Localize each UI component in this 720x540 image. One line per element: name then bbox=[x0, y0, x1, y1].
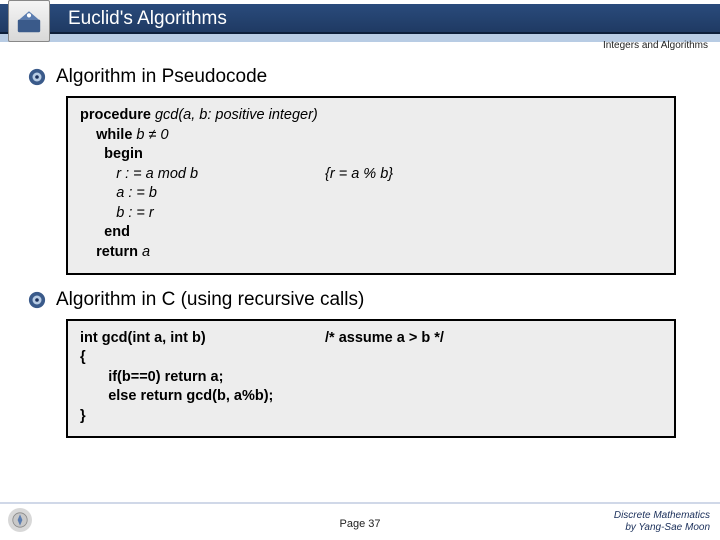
footer-divider bbox=[0, 502, 720, 504]
code-text: else return gcd(b, a%b); bbox=[80, 387, 662, 407]
code-kw: while bbox=[96, 127, 132, 143]
ccode-box: int gcd(int a, int b) /* assume a > b */… bbox=[66, 319, 676, 439]
code-text: int gcd(int a, int b) bbox=[80, 329, 325, 349]
page-number: Page 37 bbox=[340, 518, 381, 530]
code-kw: procedure bbox=[80, 107, 151, 123]
section-title-1: Algorithm in Pseudocode bbox=[56, 66, 267, 88]
code-text: begin bbox=[104, 146, 143, 162]
slide-topic: Integers and Algorithms bbox=[603, 40, 708, 51]
slide-title: Euclid's Algorithms bbox=[68, 8, 227, 30]
section-title-2: Algorithm in C (using recursive calls) bbox=[56, 289, 364, 311]
code-text: b ≠ 0 bbox=[132, 127, 168, 143]
code-text: } bbox=[80, 407, 662, 427]
footer-credits: Discrete Mathematics by Yang-Sae Moon bbox=[614, 510, 710, 534]
code-text: a bbox=[138, 244, 150, 260]
code-text: end bbox=[104, 224, 130, 240]
code-comment: /* assume a > b */ bbox=[325, 329, 444, 349]
slide-header: Euclid's Algorithms Integers and Algorit… bbox=[0, 0, 720, 48]
footer-logo-icon bbox=[8, 508, 32, 532]
code-kw: return bbox=[96, 244, 138, 260]
bullet-icon bbox=[28, 291, 46, 309]
slide-content: Algorithm in Pseudocode procedure gcd(a,… bbox=[0, 48, 720, 438]
section-heading-1: Algorithm in Pseudocode bbox=[28, 66, 692, 88]
credit-line-2: by Yang-Sae Moon bbox=[614, 522, 710, 534]
credit-line-1: Discrete Mathematics bbox=[614, 510, 710, 522]
pseudocode-box: procedure gcd(a, b: positive integer) wh… bbox=[66, 96, 676, 275]
code-text: gcd(a, b: positive integer) bbox=[151, 107, 318, 123]
code-text: a : = b bbox=[80, 184, 662, 204]
code-text: r : = a mod b bbox=[80, 165, 325, 185]
code-text: if(b==0) return a; bbox=[80, 368, 662, 388]
code-text: b : = r bbox=[80, 204, 662, 224]
bullet-icon bbox=[28, 68, 46, 86]
code-comment: {r = a % b} bbox=[325, 165, 393, 185]
code-text: { bbox=[80, 348, 662, 368]
section-heading-2: Algorithm in C (using recursive calls) bbox=[28, 289, 692, 311]
header-logo-icon bbox=[8, 0, 50, 42]
slide-footer: Page 37 Discrete Mathematics by Yang-Sae… bbox=[0, 502, 720, 536]
